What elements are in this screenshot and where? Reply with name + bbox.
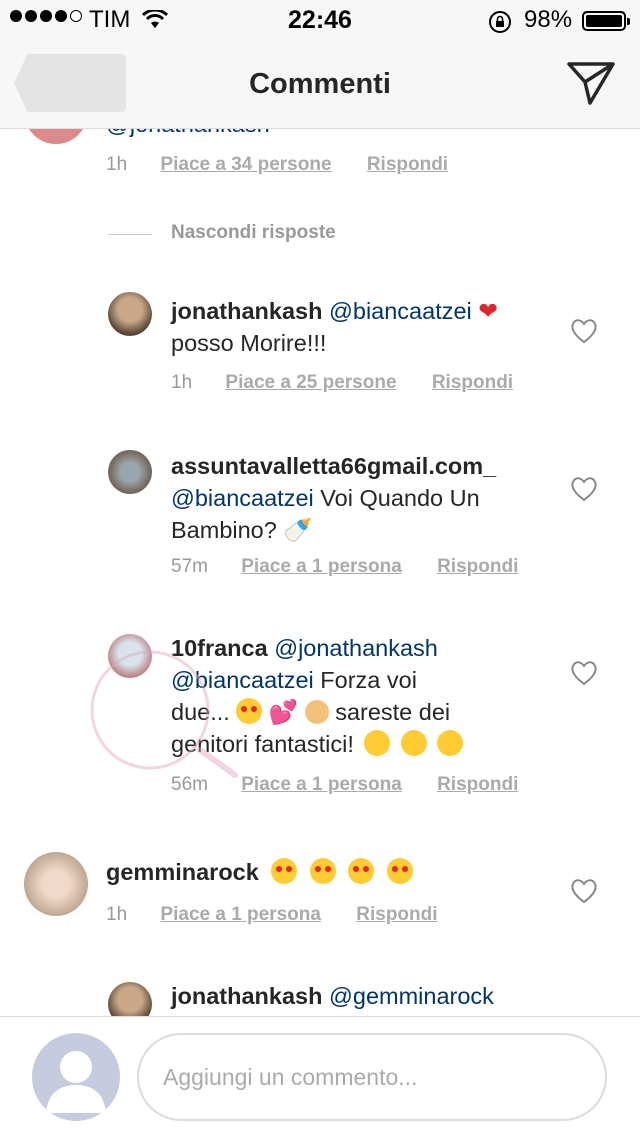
page-title: Commenti [249,68,391,100]
comment-input[interactable] [137,1033,607,1121]
reply-link[interactable]: Rispondi [356,904,437,925]
comment-time: 57m [171,556,208,577]
divider [108,234,152,235]
comment-username[interactable]: gemminarock [106,859,259,885]
avatar[interactable] [24,852,88,916]
two-hearts-emoji: 💕 [268,699,299,725]
likes-link[interactable]: Piace a 34 persone [160,154,331,175]
red-heart-emoji: ❤ [478,298,498,324]
heart-eyes-emoji [309,858,336,884]
watermark-logo [90,650,238,778]
comment-text: assuntavalletta66gmail.com_ @biancaatzei… [171,453,497,543]
comment-meta: 1h Piace a 34 persone Rispondi [106,154,448,176]
comment-username[interactable]: jonathankash [171,983,322,1009]
kiss-emoji [364,730,391,756]
likes-link[interactable]: Piace a 1 persona [241,556,402,577]
like-heart-icon[interactable] [570,660,598,686]
likes-link[interactable]: Piace a 1 persona [160,904,321,925]
avatar[interactable] [108,292,152,336]
comment-mention[interactable]: @jonathankash [274,635,438,661]
avatar[interactable] [108,450,152,494]
comment-composer [0,1016,640,1137]
likes-link[interactable]: Piace a 25 persone [225,372,396,393]
comment-meta: 1h Piace a 25 persone Rispondi [171,372,513,394]
comment-time: 1h [106,154,128,175]
reply-link[interactable]: Rispondi [437,556,518,577]
reply-link[interactable]: Rispondi [367,154,448,175]
like-heart-icon[interactable] [570,878,598,904]
comment-mention[interactable]: @gemminarock [329,983,494,1009]
comment-text: jonathankash @gemminarock [171,980,561,1012]
likes-link[interactable]: Piace a 1 persona [241,774,402,795]
user-avatar[interactable] [32,1033,120,1121]
send-direct-icon[interactable] [566,60,616,106]
comment-username[interactable]: jonathankash [171,298,322,324]
like-heart-icon[interactable] [570,476,598,502]
comment-text: gemminarock [106,856,546,888]
baby-emoji [304,700,329,724]
comment-mention[interactable]: @biancaatzei [171,485,314,511]
comment-text: jonathankash @biancaatzei ❤ posso Morire… [171,298,498,356]
kiss-emoji [437,730,464,756]
heart-eyes-emoji [386,858,413,884]
comment-username[interactable]: assuntavalletta66gmail.com_ [171,453,496,479]
kiss-emoji [400,730,427,756]
heart-eyes-emoji [236,698,263,724]
reply-link[interactable]: Rispondi [437,774,518,795]
comment-time: 1h [171,372,193,393]
reply-link[interactable]: Rispondi [432,372,513,393]
comments-list[interactable]: @jonathankash 1h Piace a 34 persone Risp… [0,0,640,1136]
default-avatar-icon [46,1051,106,1113]
like-heart-icon[interactable] [570,318,598,344]
comment-mention[interactable]: @biancaatzei [329,298,472,324]
hide-replies-button[interactable]: Nascondi risposte [171,222,336,244]
heart-eyes-emoji [348,858,375,884]
comment-meta: 57m Piace a 1 persona Rispondi [171,556,518,578]
comment-time: 1h [106,904,128,925]
comment-meta: 1h Piace a 1 persona Rispondi [106,904,438,926]
baby-bottle-emoji: 🍼 [283,517,313,543]
heart-eyes-emoji [271,858,298,884]
navigation-bar: Commenti [0,40,640,129]
